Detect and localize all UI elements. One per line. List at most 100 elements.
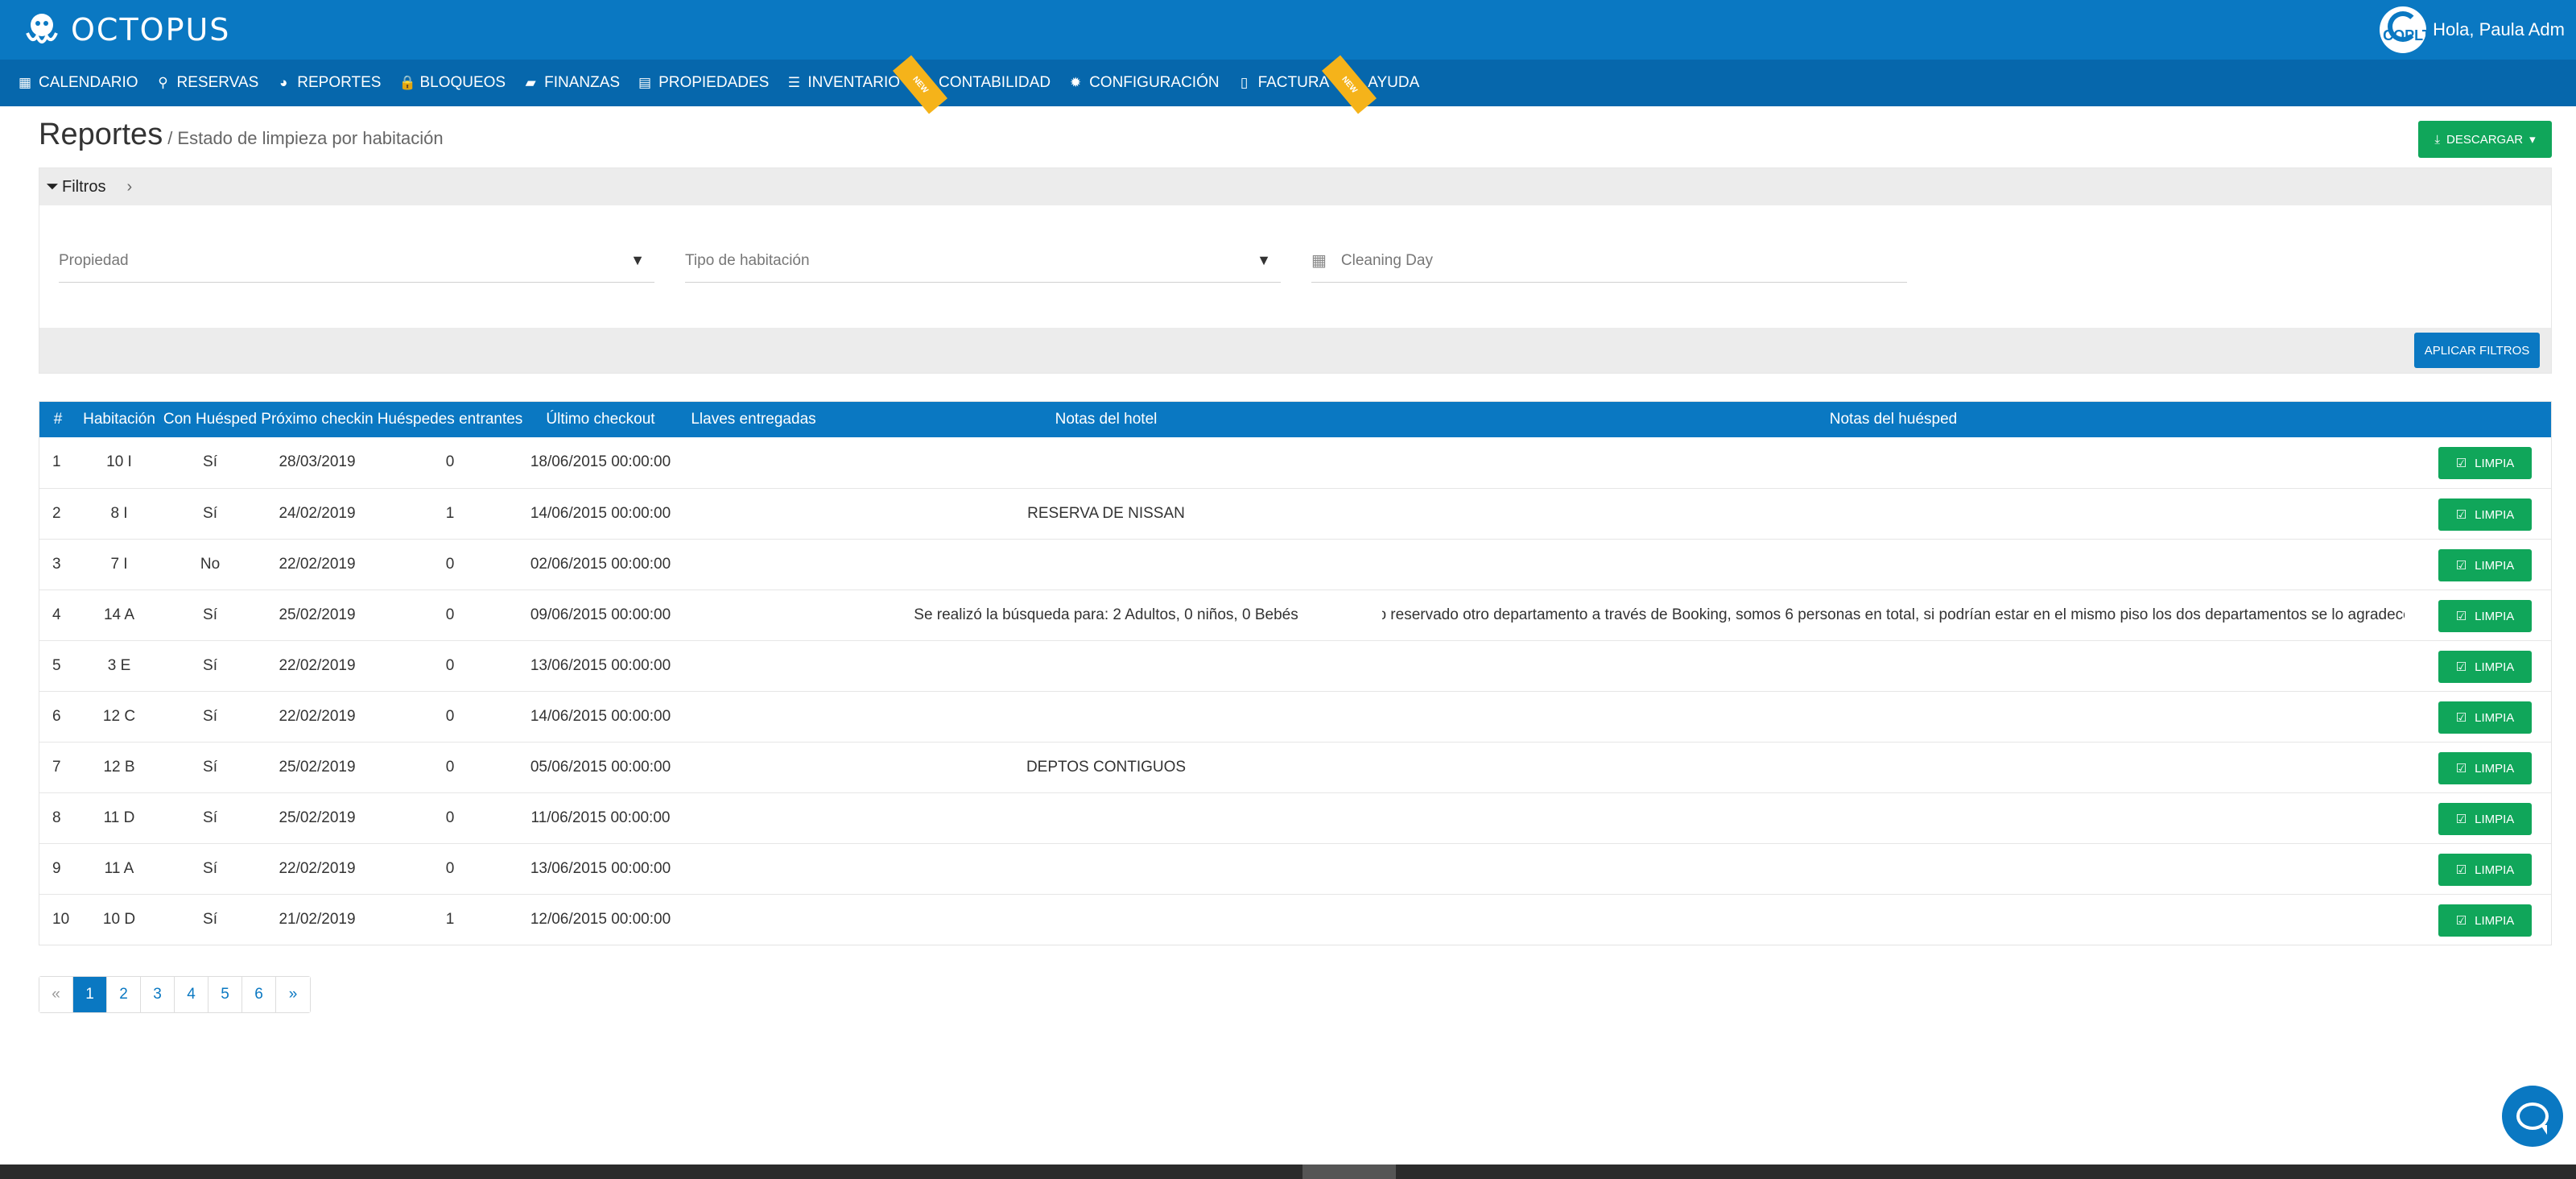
octopus-logo[interactable]: OCTOPUS [21,8,230,52]
table-body: 1 10 I Sí 28/03/2019 0 18/06/2015 00:00:00 ☑ LI… [39,437,2551,945]
cell-with-guest: Sí [203,860,217,877]
mark-clean-button[interactable]: ☑ LIMPIA [2438,854,2532,886]
cell-guest-notes: Tengo reservado otro departamento a trav… [1382,606,2405,623]
table-row: 3 7 I No 22/02/2019 0 02/06/2015 00:00:00 ☑ LIM… [39,539,2551,590]
cell-row-number: 3 [52,556,61,573]
table-row: 9 11 A Sí 22/02/2019 0 13/06/2015 00:00:00 ☑ LI… [39,843,2551,894]
cell-guest-notes [1382,844,2405,894]
download-button[interactable]: ⤓ DESCARGAR ▾ [2418,121,2552,158]
mark-clean-button[interactable]: ☑ LIMPIA [2438,600,2532,632]
column-header-next-checkin: Próximo checkin [261,411,374,428]
pagination-page-3[interactable]: 3 [141,977,175,1012]
user-menu[interactable]: COPLT Hola, Paula Adm [2380,5,2565,55]
cell-last-checkout: 13/06/2015 00:00:00 [530,860,671,877]
cell-next-checkin: 22/02/2019 [279,556,356,573]
nav-item-finanzas[interactable]: ▰ FINANZAS [523,60,621,106]
nav-item-configuracion[interactable]: ✹ CONFIGURACIÓN [1068,60,1220,106]
table-row: 5 3 E Sí 22/02/2019 0 13/06/2015 00:00:00 ☑ LIM… [39,640,2551,691]
nav-item-reservas[interactable]: ⚲ RESERVAS [156,60,259,106]
avatar[interactable]: COPLT [2380,6,2427,53]
cell-last-checkout: 05/06/2015 00:00:00 [530,759,671,776]
cell-hotel-notes: Se realizó la búsqueda para: 2 Adultos, … [914,606,1298,623]
cell-next-checkin: 21/02/2019 [279,911,356,928]
table-row: 8 11 D Sí 25/02/2019 0 11/06/2015 00:00:00 ☑ LI… [39,792,2551,843]
cell-room: 10 D [102,911,136,928]
main-nav: ▦ CALENDARIO ⚲ RESERVAS ◕ REPORTES 🔒 BLOQUEOS ▰ F… [0,55,2576,114]
pagination-next-button[interactable]: » [276,977,310,1012]
page-subtitle: / Estado de limpieza por habitación [167,128,444,148]
cell-hotel-notes [830,641,1382,691]
table-header: # Habitación Con Huésped Próximo checkin Hué… [39,402,2551,437]
room-type-select[interactable]: Tipo de habitación ▼ [685,239,1281,283]
nav-item-label: FACTURA [1257,74,1330,91]
nav-item-label: PROPIEDADES [658,74,770,91]
avatar-label: COPLT [2383,27,2427,43]
column-header-hotel-notes: Notas del hotel [1055,411,1158,428]
cell-keys-delivered [677,895,830,945]
mark-clean-button[interactable]: ☑ LIMPIA [2438,651,2532,683]
table-row: 10 10 D Sí 21/02/2019 1 12/06/2015 00:00:00 ☑ L… [39,894,2551,945]
cell-room: 12 B [103,759,135,776]
cell-next-checkin: 25/02/2019 [279,759,356,776]
user-greeting[interactable]: Hola, Paula Adm [2433,19,2565,40]
mark-clean-button[interactable]: ☑ LIMPIA [2438,447,2532,479]
cell-with-guest: Sí [203,453,217,470]
cell-guest-notes [1382,895,2405,945]
pagination-page-5[interactable]: 5 [208,977,242,1012]
nav-item-calendario[interactable]: ▦ CALENDARIO [18,60,138,106]
chat-button[interactable] [2502,1086,2563,1147]
mark-clean-button[interactable]: ☑ LIMPIA [2438,803,2532,835]
cell-last-checkout: 14/06/2015 00:00:00 [530,708,671,725]
filters-toggle[interactable]: ⏷ Filtros › [39,168,2551,205]
apply-filters-button[interactable]: APLICAR FILTROS [2414,333,2540,368]
cell-keys-delivered [677,540,830,590]
mark-clean-button[interactable]: ☑ LIMPIA [2438,701,2532,734]
table-row: 2 8 I Sí 24/02/2019 1 14/06/2015 00:00:00 RESE… [39,488,2551,539]
cell-with-guest: Sí [203,708,217,725]
cell-last-checkout: 11/06/2015 00:00:00 [530,809,671,826]
pagination-page-2[interactable]: 2 [107,977,141,1012]
pagination-page-1[interactable]: 1 [73,977,107,1012]
nav-item-propiedades[interactable]: ▤ PROPIEDADES [638,60,769,106]
check-square-icon: ☑ [2455,508,2467,522]
check-square-icon: ☑ [2455,610,2467,623]
mark-clean-button[interactable]: ☑ LIMPIA [2438,498,2532,531]
pagination-page-6[interactable]: 6 [242,977,276,1012]
mark-clean-button[interactable]: ☑ LIMPIA [2438,549,2532,581]
nav-item-bloqueos[interactable]: 🔒 BLOQUEOS [398,60,506,106]
mark-clean-button[interactable]: ☑ LIMPIA [2438,904,2532,937]
cell-guest-notes [1382,489,2405,539]
cell-incoming-guests: 0 [445,809,455,826]
cell-guest-notes [1382,437,2405,487]
cell-guest-notes [1382,692,2405,742]
dropdown-arrow-icon: ▼ [1257,252,1271,268]
chat-bubble-icon [2516,1102,2549,1135]
mark-clean-label: LIMPIA [2475,558,2515,573]
file-icon: ▯ [1240,75,1249,90]
check-square-icon: ☑ [2455,914,2467,928]
cell-room: 10 I [106,453,132,470]
cleaning-day-input[interactable]: ▦ Cleaning Day [1311,239,1907,283]
nav-item-label: INVENTARIO [807,74,901,91]
cleaning-day-placeholder: Cleaning Day [1340,251,1433,269]
nav-item-label: RESERVAS [176,74,259,91]
cell-incoming-guests: 0 [445,606,455,623]
pagination-page-4[interactable]: 4 [175,977,208,1012]
room-type-placeholder: Tipo de habitación [685,251,810,269]
cell-next-checkin: 24/02/2019 [279,505,356,522]
pagination-prev-button[interactable]: « [39,977,73,1012]
mark-clean-button[interactable]: ☑ LIMPIA [2438,752,2532,784]
folder-icon: ▰ [525,75,536,90]
property-select[interactable]: Propiedad ▼ [59,239,654,283]
cell-keys-delivered [677,437,830,487]
cell-with-guest: Sí [203,606,217,623]
nav-item-reportes[interactable]: ◕ REPORTES [276,60,381,106]
mark-clean-label: LIMPIA [2475,913,2515,928]
pie-chart-icon: ◕ [279,75,288,90]
nav-item-factura[interactable]: ▯ FACTURA NEW [1237,55,1377,114]
mark-clean-label: LIMPIA [2475,863,2515,877]
cell-last-checkout: 09/06/2015 00:00:00 [530,606,671,623]
cell-with-guest: Sí [203,809,217,826]
nav-item-inventario[interactable]: ☰ INVENTARIO NEW [786,55,948,114]
scroll-segment[interactable] [1302,1165,1396,1179]
